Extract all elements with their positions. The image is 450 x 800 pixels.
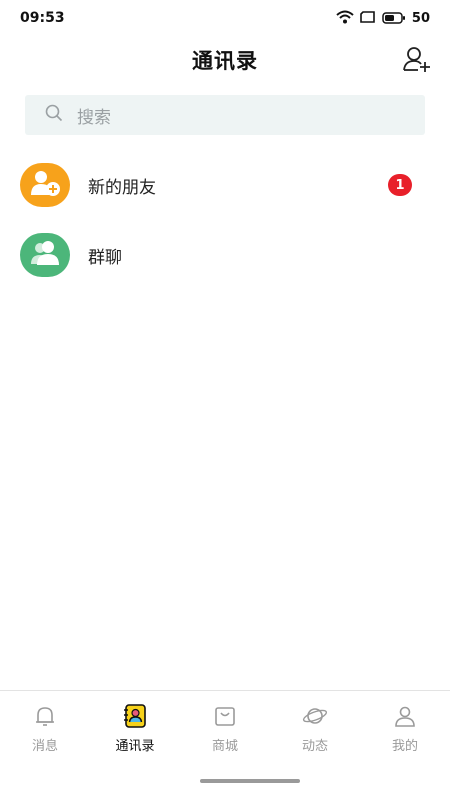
list-item-group-chat[interactable]: 群聊 (0, 220, 450, 290)
status-time: 09:53 (20, 10, 65, 26)
tab-profile[interactable]: 我的 (360, 691, 450, 760)
group-chat-avatar (20, 233, 70, 277)
sim-icon (360, 9, 376, 28)
planet-icon (302, 703, 328, 729)
search-input[interactable]: 搜索 (25, 95, 425, 135)
add-contact-button[interactable] (402, 46, 432, 76)
list-item-new-friends[interactable]: 新的朋友 1 (0, 150, 450, 220)
search-icon (45, 104, 63, 126)
contact-list: 新的朋友 1 群聊 (0, 150, 450, 290)
new-friends-avatar (20, 163, 70, 207)
page-title: 通讯录 (192, 49, 258, 73)
bottom-tab-bar: 消息 通讯录 商城 动态 我的 (0, 690, 450, 760)
bell-icon (32, 703, 58, 729)
tab-label: 商城 (211, 739, 238, 754)
home-indicator[interactable] (200, 779, 300, 783)
shopping-bag-icon (212, 703, 238, 729)
tab-label: 我的 (391, 739, 418, 754)
tab-label: 通讯录 (115, 739, 155, 754)
status-bar: 09:53 50 (0, 0, 450, 36)
battery-icon (382, 9, 406, 28)
unread-badge: 1 (388, 174, 412, 196)
status-icons: 50 (336, 9, 430, 28)
tab-moments[interactable]: 动态 (270, 691, 360, 760)
battery-level: 50 (411, 10, 430, 26)
tab-contacts[interactable]: 通讯录 (90, 691, 180, 760)
header: 通讯录 (0, 40, 450, 80)
wifi-icon (336, 9, 354, 28)
user-icon (392, 703, 418, 729)
tab-label: 动态 (301, 739, 328, 754)
group-icon (29, 239, 61, 271)
tab-label: 消息 (31, 739, 58, 754)
tab-messages[interactable]: 消息 (0, 691, 90, 760)
add-user-icon (403, 46, 431, 76)
list-item-label: 新的朋友 (88, 177, 156, 198)
list-item-label: 群聊 (88, 247, 122, 268)
add-friend-icon (29, 169, 61, 201)
search-placeholder: 搜索 (77, 107, 111, 128)
contacts-book-icon (122, 703, 148, 729)
tab-mall[interactable]: 商城 (180, 691, 270, 760)
